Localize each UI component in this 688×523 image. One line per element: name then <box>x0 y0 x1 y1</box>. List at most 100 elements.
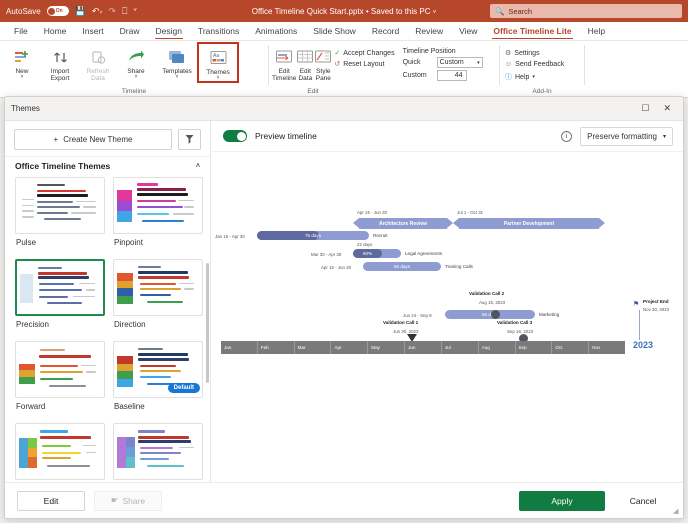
theme-card-precision[interactable]: Precision <box>15 259 105 335</box>
task-dates-recruit: Jan 15 - Apr 30 <box>215 234 245 239</box>
theme-card-orbit[interactable]: Orbit <box>15 423 105 482</box>
cancel-button[interactable]: Cancel <box>615 491 671 511</box>
chevron-down-icon[interactable]: ˅ <box>176 75 179 79</box>
themes-scroll-area[interactable]: Pulse <box>5 177 210 482</box>
reset-icon: ↺ <box>334 60 340 68</box>
tab-transitions[interactable]: Transitions <box>190 24 247 38</box>
chevron-down-icon[interactable]: ˅ <box>21 75 24 79</box>
band-partner-development[interactable]: Partner Development <box>459 218 599 229</box>
settings-button[interactable]: ⚙ Settings <box>505 49 564 57</box>
import-export-button[interactable]: Import Export <box>41 44 79 83</box>
help-label: Help <box>515 74 529 81</box>
tab-insert[interactable]: Insert <box>74 24 111 38</box>
help-button[interactable]: ⓘ Help ▾ <box>505 72 564 82</box>
task-bar-training-calls[interactable]: 55 days <box>363 262 441 271</box>
document-title[interactable]: Office Timeline Quick Start.pptx <box>252 7 364 16</box>
milestone-label-validation-call-1: Validation Call 1 <box>383 320 418 325</box>
axis-month: Jul <box>442 341 479 354</box>
theme-card-vision[interactable]: Vision <box>113 423 203 482</box>
theme-thumbnail[interactable] <box>15 177 105 234</box>
chevron-down-icon: ▾ <box>532 74 535 80</box>
project-end-connector <box>639 310 640 340</box>
timeline-preview-canvas[interactable]: Apr 15 - Jun 30 Architecture Review Jul … <box>211 152 683 482</box>
accept-changes-button[interactable]: ✓ Accept Changes <box>334 49 394 57</box>
theme-thumbnail[interactable] <box>15 341 105 398</box>
resize-grip[interactable]: ◢ <box>673 508 680 515</box>
edit-button[interactable]: Edit <box>17 491 85 511</box>
save-status[interactable]: Saved to this PC <box>371 7 431 16</box>
autosave-toggle[interactable]: On <box>47 6 69 16</box>
save-icon[interactable]: 💾 <box>75 6 86 17</box>
templates-icon <box>168 46 187 68</box>
chevron-down-icon[interactable]: ˅ <box>135 75 138 79</box>
tab-help[interactable]: Help <box>580 24 613 38</box>
share-icon: ☛ <box>111 495 119 506</box>
tab-home[interactable]: Home <box>36 24 75 38</box>
refresh-data-label: Refresh Data <box>87 68 110 83</box>
tab-design[interactable]: Design <box>148 24 190 38</box>
quick-position-select[interactable]: Custom ▾ <box>437 57 483 68</box>
present-icon[interactable]: ⎕ <box>122 6 127 17</box>
custom-position-input[interactable]: 44 <box>437 70 467 81</box>
search-input[interactable]: 🔍 Search <box>490 4 682 18</box>
preview-timeline-toggle[interactable] <box>223 130 247 142</box>
theme-thumbnail[interactable] <box>113 423 203 480</box>
more-icon[interactable]: ˅ <box>133 8 137 14</box>
share-button[interactable]: Share ˅ <box>117 44 155 79</box>
templates-button[interactable]: Templates ˅ <box>155 44 199 79</box>
tab-office-timeline-lite[interactable]: Office Timeline Lite <box>485 24 579 38</box>
timeline-axis[interactable]: Jan Feb Mar Apr May Jun Jul Aug Sep Oct … <box>221 341 625 354</box>
redo-icon[interactable]: ↷ <box>108 6 116 17</box>
task-bar-legal-agreements[interactable]: 60% <box>353 249 401 258</box>
themes-button[interactable]: Aa Themes ˅ <box>199 44 237 81</box>
edit-timeline-button[interactable]: Edit Timeline <box>272 44 296 83</box>
info-icon[interactable]: i <box>561 131 572 142</box>
tab-animations[interactable]: Animations <box>247 24 305 38</box>
preserve-formatting-select[interactable]: Preserve formatting ▾ <box>580 127 673 146</box>
themes-scrollbar[interactable] <box>206 263 209 383</box>
close-icon[interactable]: ✕ <box>663 103 671 114</box>
task-duration-label: 55 days <box>445 310 535 319</box>
filter-button[interactable] <box>178 129 201 150</box>
svg-text:Aa: Aa <box>213 53 219 59</box>
tab-view[interactable]: View <box>451 24 485 38</box>
chevron-down-icon[interactable]: ˅ <box>433 10 437 16</box>
edit-data-button[interactable]: Edit Data <box>296 44 314 83</box>
theme-thumbnail-selected[interactable] <box>15 259 105 316</box>
theme-card-pinpoint[interactable]: Pinpoint <box>113 177 203 253</box>
tab-file[interactable]: File <box>6 24 36 38</box>
send-feedback-button[interactable]: ☺ Send Feedback <box>505 61 564 68</box>
theme-name: Baseline <box>113 398 203 417</box>
reset-layout-button[interactable]: ↺ Reset Layout <box>334 60 394 68</box>
theme-thumbnail[interactable] <box>15 423 105 480</box>
axis-month: Mar <box>295 341 332 354</box>
theme-thumbnail[interactable] <box>113 259 203 316</box>
style-pane-button[interactable]: Style Pane <box>314 44 332 83</box>
axis-month: Jun <box>405 341 442 354</box>
chevron-up-icon[interactable]: ˄ <box>196 163 200 170</box>
tab-draw[interactable]: Draw <box>112 24 148 38</box>
themes-section-header[interactable]: Office Timeline Themes ˄ <box>5 156 210 177</box>
band-architecture-review[interactable]: Architecture Review <box>359 218 447 229</box>
undo-icon[interactable]: ↶˅ <box>92 6 102 17</box>
new-timeline-button[interactable]: New ˅ <box>3 44 41 79</box>
task-bar-recruit[interactable]: 75 days <box>257 231 369 240</box>
task-bar-marketing[interactable]: 55 days <box>445 310 535 319</box>
axis-month: May <box>368 341 405 354</box>
milestone-marker-validation-call-2[interactable] <box>491 310 500 319</box>
theme-thumbnail[interactable] <box>113 177 203 234</box>
tab-review[interactable]: Review <box>407 24 451 38</box>
theme-thumbnail[interactable]: Default <box>113 341 203 398</box>
theme-card-baseline[interactable]: Default Baseline <box>113 341 203 417</box>
theme-card-direction[interactable]: Direction <box>113 259 203 335</box>
edit-commands: ✓ Accept Changes ↺ Reset Layout <box>332 44 398 68</box>
tab-slide-show[interactable]: Slide Show <box>305 24 364 38</box>
create-new-theme-button[interactable]: + Create New Theme <box>14 129 172 150</box>
maximize-icon[interactable]: ☐ <box>641 103 649 114</box>
theme-card-forward[interactable]: Forward <box>15 341 105 417</box>
apply-button[interactable]: Apply <box>519 491 605 511</box>
theme-card-pulse[interactable]: Pulse <box>15 177 105 253</box>
chevron-down-icon[interactable]: ˅ <box>217 76 220 80</box>
tab-record[interactable]: Record <box>364 24 407 38</box>
themes-grid: Pulse <box>11 177 204 482</box>
